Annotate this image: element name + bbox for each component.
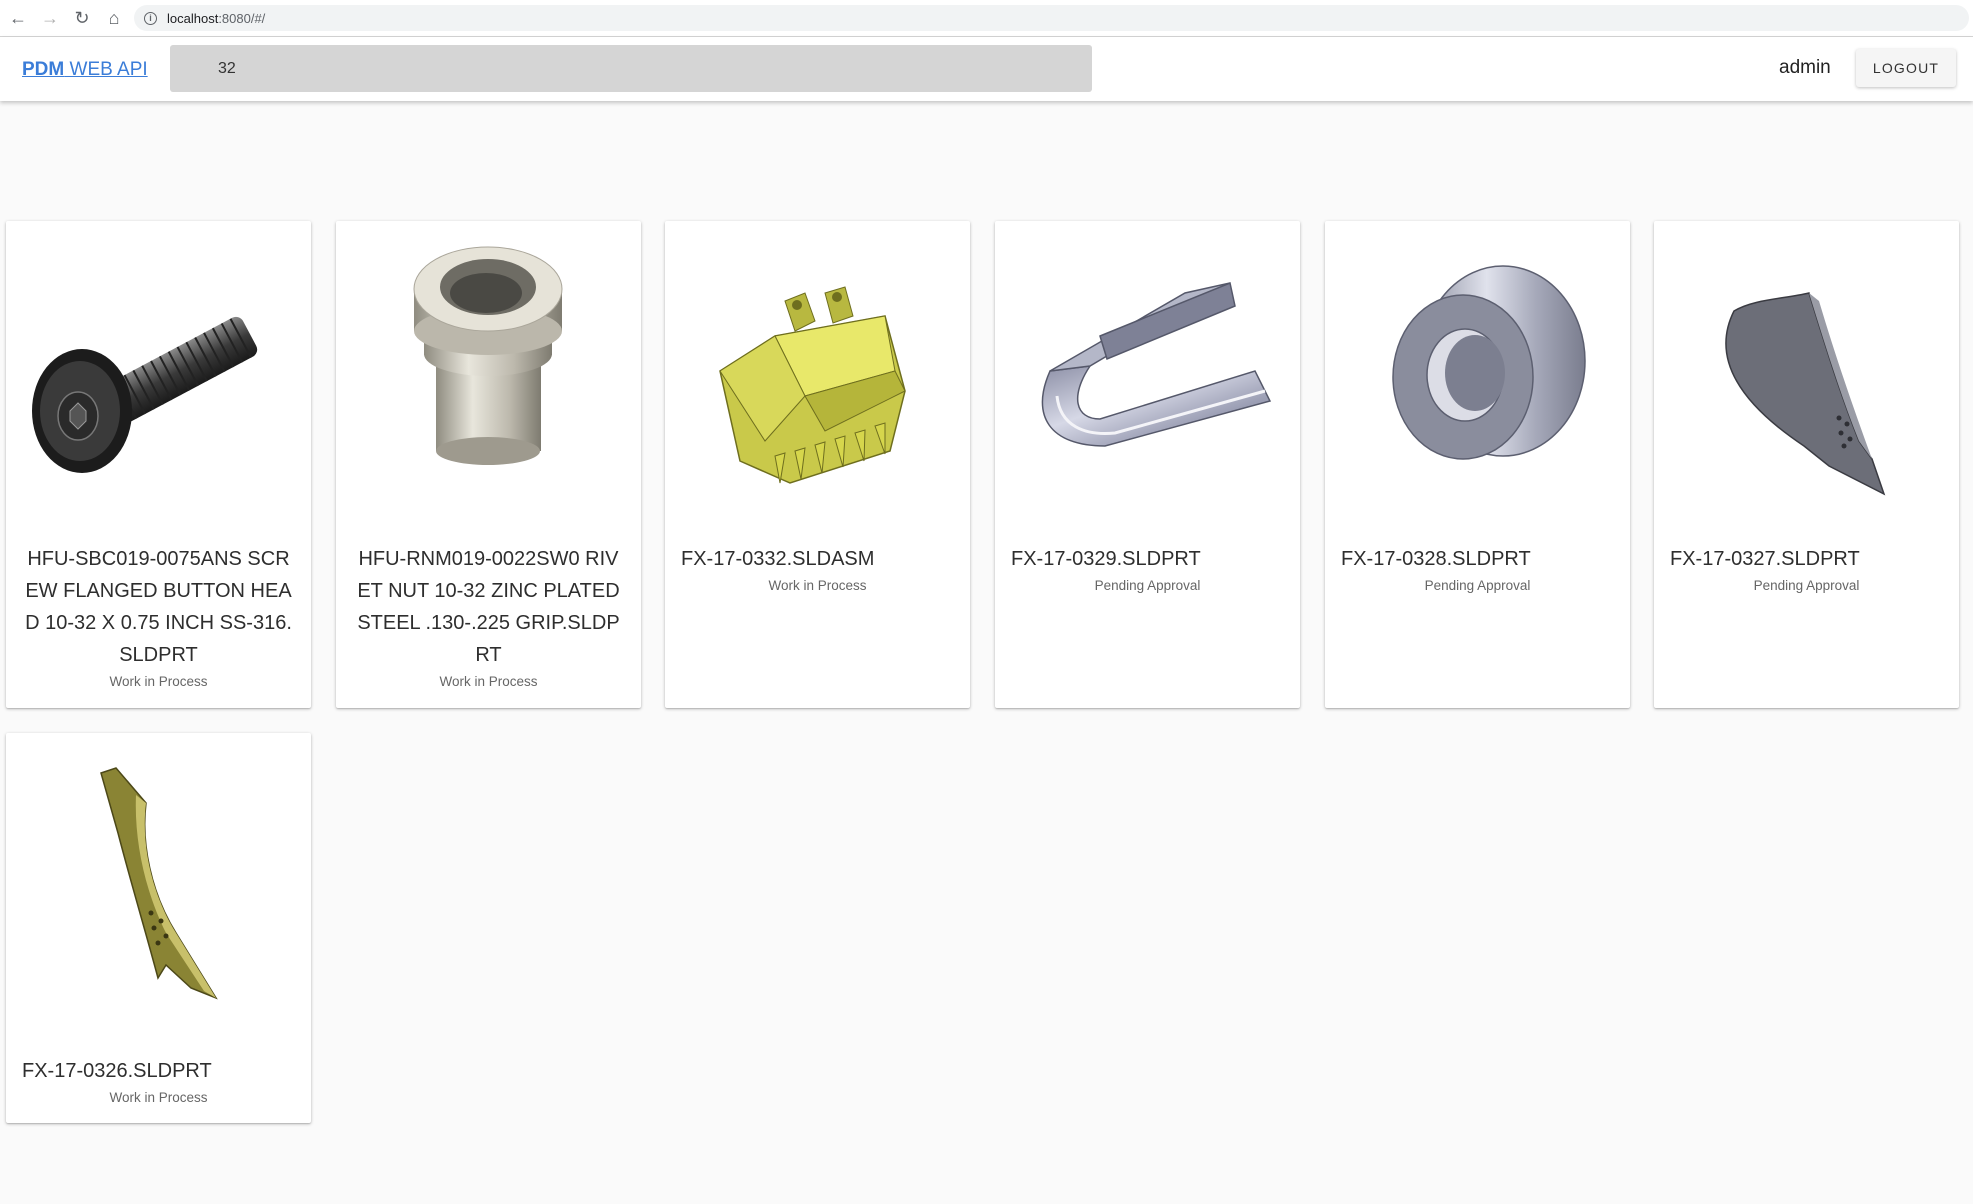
file-title: FX-17-0326.SLDPRT	[22, 1060, 212, 1082]
browser-toolbar: ← → ↻ ⌂ i localhost:8080/#/	[0, 0, 1973, 37]
reload-icon[interactable]: ↻	[68, 4, 96, 32]
url-text[interactable]: localhost:8080/#/	[167, 11, 265, 26]
rivet-nut-thumbnail	[336, 221, 641, 531]
username-label: admin	[1779, 57, 1831, 78]
file-status: Pending Approval	[1753, 578, 1860, 593]
bucket-assembly-thumbnail	[665, 221, 970, 531]
blade-plate-thumbnail	[1654, 221, 1959, 531]
bent-sheet-thumbnail	[995, 221, 1300, 531]
file-title: HFU-SBC019-0075ANS SCREW FLANGED BUTTON …	[25, 548, 292, 666]
screw-thumbnail	[6, 221, 311, 531]
back-icon[interactable]: ←	[4, 4, 32, 32]
file-status: Work in Process	[109, 674, 208, 689]
file-status: Work in Process	[768, 578, 867, 593]
file-card[interactable]: FX-17-0327.SLDPRT Pending Approval	[1654, 221, 1959, 708]
brand-link[interactable]: PDM WEB API	[22, 59, 148, 81]
file-card[interactable]: HFU-SBC019-0075ANS SCREW FLANGED BUTTON …	[6, 221, 311, 708]
file-title: FX-17-0328.SLDPRT	[1341, 548, 1531, 570]
file-card[interactable]: FX-17-0329.SLDPRT Pending Approval	[995, 221, 1300, 708]
forward-icon[interactable]: →	[36, 4, 64, 32]
file-title: FX-17-0327.SLDPRT	[1670, 548, 1860, 570]
file-card[interactable]: FX-17-0332.SLDASM Work in Process	[665, 221, 970, 708]
file-card[interactable]: FX-17-0326.SLDPRT Work in Process	[6, 733, 311, 1123]
file-status: Pending Approval	[1424, 578, 1531, 593]
home-icon[interactable]: ⌂	[100, 4, 128, 32]
file-title: HFU-RNM019-0022SW0 RIVET NUT 10-32 ZINC …	[357, 548, 620, 666]
info-icon[interactable]: i	[144, 11, 157, 25]
side-plate-thumbnail	[6, 733, 311, 1043]
file-status: Work in Process	[439, 674, 538, 689]
app-header: PDM WEB API admin LOGOUT	[0, 37, 1973, 101]
search-input[interactable]	[170, 45, 1092, 92]
file-title: FX-17-0332.SLDASM	[681, 548, 875, 570]
file-card[interactable]: FX-17-0328.SLDPRT Pending Approval	[1325, 221, 1630, 708]
address-bar[interactable]: i localhost:8080/#/	[134, 5, 1969, 31]
logout-button[interactable]: LOGOUT	[1856, 49, 1956, 87]
ring-thumbnail	[1325, 221, 1630, 531]
file-title: FX-17-0329.SLDPRT	[1011, 548, 1201, 570]
file-status: Work in Process	[109, 1090, 208, 1105]
file-status: Pending Approval	[1094, 578, 1201, 593]
file-card[interactable]: HFU-RNM019-0022SW0 RIVET NUT 10-32 ZINC …	[336, 221, 641, 708]
